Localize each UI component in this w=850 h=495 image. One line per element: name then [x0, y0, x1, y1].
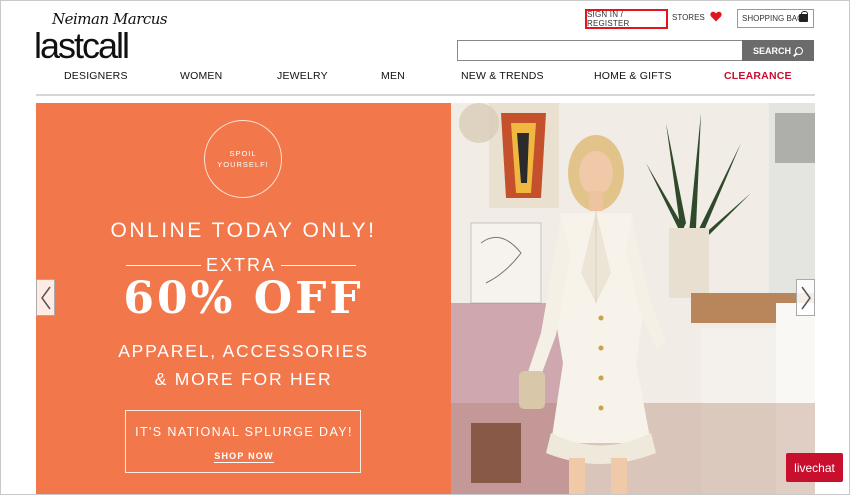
nav-item-new-trends[interactable]: NEW & TRENDS [461, 70, 544, 82]
search-button-label: SEARCH [752, 45, 791, 56]
sign-in-register-link[interactable]: SIGN IN / REGISTER [585, 9, 668, 29]
nav-item-men[interactable]: MEN [381, 70, 405, 82]
spoil-yourself-badge: SPOIL YOURSELF! [204, 120, 282, 198]
hero-banner[interactable]: SPOIL YOURSELF! ONLINE TODAY ONLY! EXTRA… [36, 103, 815, 494]
main-nav: DESIGNERS WOMEN JEWELRY MEN NEW & TRENDS… [36, 64, 815, 96]
search-button[interactable]: SEARCH [742, 40, 814, 61]
nav-item-designers[interactable]: DESIGNERS [64, 70, 128, 82]
nav-item-women[interactable]: WOMEN [180, 70, 222, 82]
stores-link[interactable]: STORES [672, 13, 705, 22]
promo-headline: ONLINE TODAY ONLY! [110, 219, 377, 242]
hero-photo[interactable] [451, 103, 815, 494]
search-input[interactable] [457, 40, 743, 61]
search-icon [795, 46, 803, 55]
splurge-day-text: IT'S NATIONAL SPLURGE DAY! [135, 425, 353, 439]
promo-subtitle-1: APPAREL, ACCESSORIES [118, 341, 369, 361]
badge-line-1: SPOIL [229, 149, 257, 158]
livechat-button[interactable]: livechat [786, 453, 843, 482]
shop-now-link[interactable]: SHOP NOW [214, 451, 274, 463]
shopping-bag-button[interactable]: SHOPPING BAG [737, 9, 814, 28]
splurge-box: IT'S NATIONAL SPLURGE DAY! SHOP NOW [125, 410, 361, 473]
heart-icon[interactable] [710, 11, 722, 23]
promo-panel[interactable]: SPOIL YOURSELF! ONLINE TODAY ONLY! EXTRA… [36, 103, 451, 494]
model-photo-illustration [451, 103, 815, 494]
discount-amount: 60% OFF [123, 273, 364, 324]
promo-subtitle-2: & MORE FOR HER [154, 369, 333, 389]
carousel-next-button[interactable] [796, 279, 815, 316]
shop-now-container: SHOP NOW [126, 451, 362, 463]
logo-lastcall: lastcall [34, 25, 130, 66]
chevron-right-icon [800, 286, 811, 309]
carousel-prev-button[interactable] [36, 279, 55, 316]
nav-item-jewelry[interactable]: JEWELRY [277, 70, 328, 82]
divider-right [281, 265, 356, 266]
shopping-bag-icon [799, 11, 808, 22]
nav-item-home-gifts[interactable]: HOME & GIFTS [594, 70, 672, 82]
nav-item-clearance[interactable]: CLEARANCE [724, 70, 792, 82]
site-logo[interactable]: Neiman Marcus lastcall [34, 8, 168, 66]
chevron-left-icon [40, 286, 51, 309]
shopping-bag-label: SHOPPING BAG [742, 14, 804, 23]
badge-line-2: YOURSELF! [217, 160, 269, 169]
